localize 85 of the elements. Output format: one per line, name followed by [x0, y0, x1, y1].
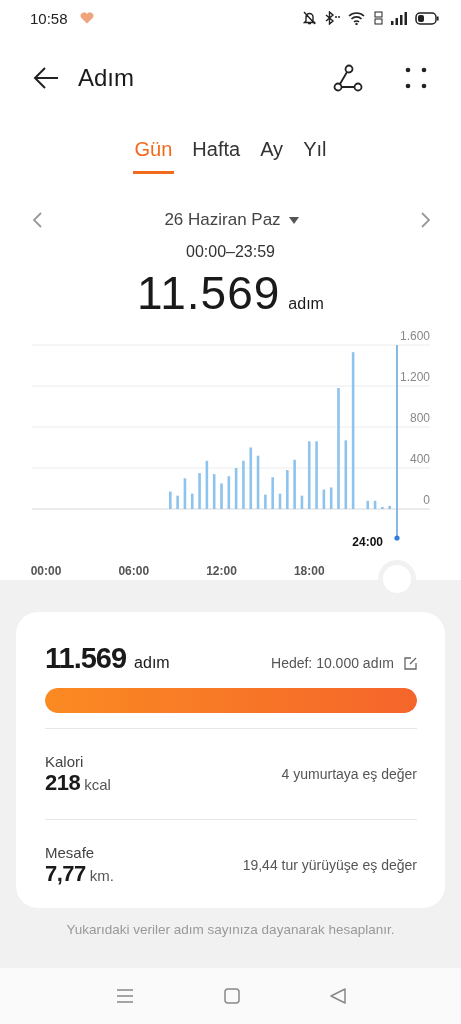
step-bar	[307, 441, 311, 509]
period-tab[interactable]: Yıl	[301, 136, 329, 174]
step-bar	[344, 440, 348, 509]
connected-nodes-icon	[333, 64, 363, 92]
x-axis-label: 00:00	[30, 564, 62, 578]
step-bar	[249, 447, 253, 509]
previous-day-button[interactable]	[32, 212, 42, 228]
chevron-right-icon	[421, 212, 431, 228]
step-bar	[264, 494, 267, 509]
x-axis-label: 06:00	[118, 564, 150, 578]
step-bar	[205, 460, 209, 509]
step-bar	[234, 468, 238, 509]
step-bar	[271, 477, 274, 509]
cursor-time-label: 24:00	[352, 535, 383, 549]
square-icon	[223, 988, 240, 1004]
stat-label: Kalori	[45, 752, 85, 770]
volte-icon	[374, 11, 383, 25]
y-axis-label: 800	[409, 411, 430, 425]
step-bar	[227, 476, 231, 509]
stat-equivalent: 4 yumurtaya eş değer	[281, 766, 417, 782]
next-day-button[interactable]	[421, 212, 431, 228]
stat-value: 218	[45, 769, 81, 795]
stat-unit: km.	[89, 866, 114, 884]
step-bar	[242, 460, 245, 509]
menu-icon	[115, 989, 134, 1003]
step-bar	[373, 500, 377, 509]
stat-value: 7,77	[45, 860, 86, 886]
y-axis-label: 400	[409, 452, 430, 466]
period-tab[interactable]: Ay	[258, 136, 286, 174]
footnote: Yukarıdaki veriler adım sayınıza dayanarak hesaplanır.	[65, 922, 396, 937]
stat-unit: kcal	[84, 775, 111, 793]
share-button[interactable]	[333, 64, 363, 92]
step-bar	[256, 455, 260, 509]
step-bar	[315, 441, 318, 509]
battery-icon	[415, 11, 439, 25]
bell-off-icon	[303, 11, 316, 25]
step-bar	[381, 506, 384, 509]
period-tab[interactable]: Hafta	[190, 136, 243, 174]
step-bar	[212, 474, 216, 509]
heart-icon	[79, 12, 94, 24]
page-title: Adım	[78, 64, 135, 92]
chevron-left-icon	[32, 212, 42, 228]
stat-label: Mesafe	[45, 843, 96, 861]
step-bar	[220, 483, 223, 509]
back-nav-button[interactable]	[329, 988, 346, 1004]
step-bar	[183, 478, 187, 509]
time-range: 00:00–23:59	[185, 243, 276, 261]
wifi-icon	[348, 11, 366, 25]
step-bar	[190, 493, 194, 509]
step-bar	[300, 495, 304, 509]
stat-equivalent: 19,44 tur yürüyüşe eş değer	[242, 857, 417, 873]
goal-button[interactable]: Hedef: 10.000 adım	[271, 655, 417, 671]
home-button[interactable]	[223, 988, 240, 1004]
menu-button[interactable]	[115, 989, 134, 1003]
steps-unit: adım	[288, 295, 324, 313]
x-axis-label: 12:00	[206, 564, 237, 578]
back-button[interactable]	[32, 66, 60, 90]
step-bar	[329, 487, 333, 509]
cursor-dot	[394, 535, 400, 541]
triangle-back-icon	[329, 988, 346, 1004]
clock-time: 10:58	[30, 9, 68, 27]
caret-down-icon	[288, 216, 299, 224]
step-bar	[322, 489, 326, 509]
step-bar	[388, 505, 391, 509]
step-bar	[169, 491, 172, 509]
signal-icon	[391, 11, 407, 25]
steps-count: 11.569	[45, 642, 127, 674]
x-axis-label: 18:00	[293, 564, 325, 578]
more-dots-icon	[405, 67, 427, 89]
bluetooth-icon	[324, 11, 340, 25]
back-arrow-icon	[32, 66, 60, 90]
more-button[interactable]	[405, 67, 427, 89]
steps-unit: adım	[134, 654, 170, 671]
step-bar	[286, 470, 289, 509]
step-bar	[278, 493, 282, 509]
y-axis-label: 0	[423, 493, 430, 507]
edit-icon	[404, 656, 417, 670]
step-bar	[366, 500, 370, 509]
total-steps: 11.569	[137, 266, 281, 320]
y-axis-label: 1.200	[399, 370, 430, 384]
step-bar	[176, 495, 179, 509]
date-picker[interactable]: 26 Haziran Paz	[164, 210, 299, 230]
step-bar	[293, 459, 296, 509]
step-bar	[198, 473, 201, 509]
y-axis-label: 1.600	[399, 330, 430, 343]
